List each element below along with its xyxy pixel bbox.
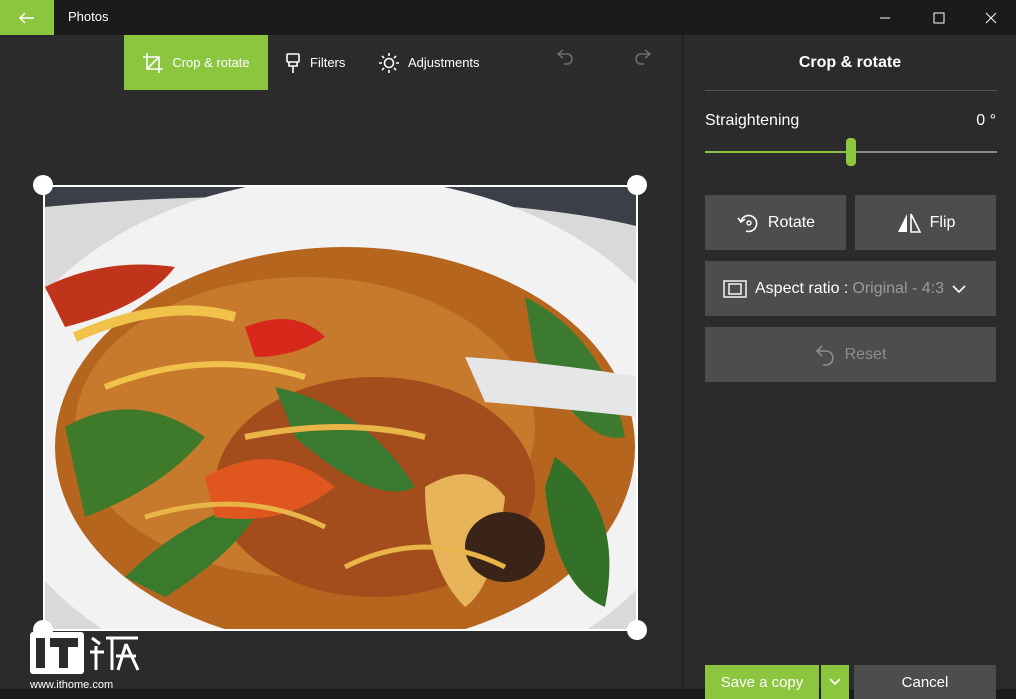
- editor-area: Crop & rotate Filters Adjustments: [0, 35, 682, 689]
- adjustments-icon: [379, 52, 399, 73]
- crop-handle-top-left[interactable]: [33, 175, 53, 195]
- minimize-button[interactable]: [858, 0, 912, 35]
- chevron-down-icon: [952, 284, 966, 293]
- maximize-button[interactable]: [912, 0, 966, 35]
- back-button[interactable]: [0, 0, 54, 35]
- aspect-ratio-icon: [723, 279, 747, 298]
- redo-icon: [635, 49, 652, 65]
- ithome-logo-icon: [30, 632, 140, 674]
- panel-title: Crop & rotate: [798, 54, 902, 71]
- app-title: Photos: [68, 9, 109, 24]
- tab-adjustments-label: Adjustments: [408, 55, 480, 70]
- close-icon: [985, 12, 997, 23]
- straightening-value: 0 °: [976, 112, 996, 129]
- straightening-slider[interactable]: [705, 138, 997, 166]
- maximize-icon: [933, 12, 945, 23]
- chevron-down-icon: [829, 678, 841, 686]
- straightening-slider-fill: [705, 151, 851, 153]
- cancel-button[interactable]: Cancel: [854, 665, 996, 699]
- tab-crop-rotate-label: Crop & rotate: [172, 55, 250, 70]
- crop-icon: [143, 52, 164, 73]
- straightening-slider-thumb[interactable]: [846, 138, 856, 166]
- aspect-ratio-label: Aspect ratio :: [755, 279, 849, 297]
- rotate-icon: [737, 214, 758, 232]
- close-button[interactable]: [964, 0, 1016, 35]
- flip-button[interactable]: Flip: [855, 195, 996, 250]
- flip-icon: [897, 213, 921, 233]
- aspect-ratio-dropdown[interactable]: Aspect ratio : Original - 4:3: [705, 261, 996, 316]
- title-bar: Photos: [0, 0, 1016, 35]
- save-a-copy-button[interactable]: Save a copy: [705, 665, 819, 699]
- photo-canvas[interactable]: [43, 185, 638, 631]
- watermark-logo: [30, 632, 140, 676]
- panel-divider: [705, 90, 997, 91]
- reset-button-label: Reset: [844, 345, 887, 363]
- rotate-button-label: Rotate: [767, 213, 816, 231]
- reset-button[interactable]: Reset: [705, 327, 996, 382]
- undo-icon: [556, 49, 573, 65]
- flip-button-label: Flip: [929, 213, 956, 231]
- aspect-ratio-value: Original - 4:3: [852, 279, 944, 297]
- tab-crop-rotate[interactable]: Crop & rotate: [124, 35, 268, 90]
- tab-adjustments[interactable]: Adjustments: [378, 35, 480, 90]
- tab-filters[interactable]: Filters: [284, 35, 345, 90]
- filters-icon: [286, 52, 300, 73]
- crop-handle-top-right[interactable]: [627, 175, 647, 195]
- food-photo: [45, 187, 636, 629]
- crop-handle-bottom-right[interactable]: [627, 620, 647, 640]
- minimize-icon: [880, 17, 890, 18]
- back-arrow-icon: [19, 11, 34, 24]
- undo-button[interactable]: [555, 47, 575, 72]
- save-options-dropdown[interactable]: [821, 665, 849, 699]
- crop-rotate-panel: Crop & rotate Straightening 0 ° Rotate F…: [682, 35, 1016, 699]
- reset-icon: [815, 344, 834, 366]
- redo-button[interactable]: [633, 47, 653, 72]
- tab-filters-label: Filters: [310, 55, 346, 70]
- watermark-url: www.ithome.com: [30, 679, 114, 691]
- rotate-button[interactable]: Rotate: [705, 195, 846, 250]
- straightening-label: Straightening: [705, 112, 800, 129]
